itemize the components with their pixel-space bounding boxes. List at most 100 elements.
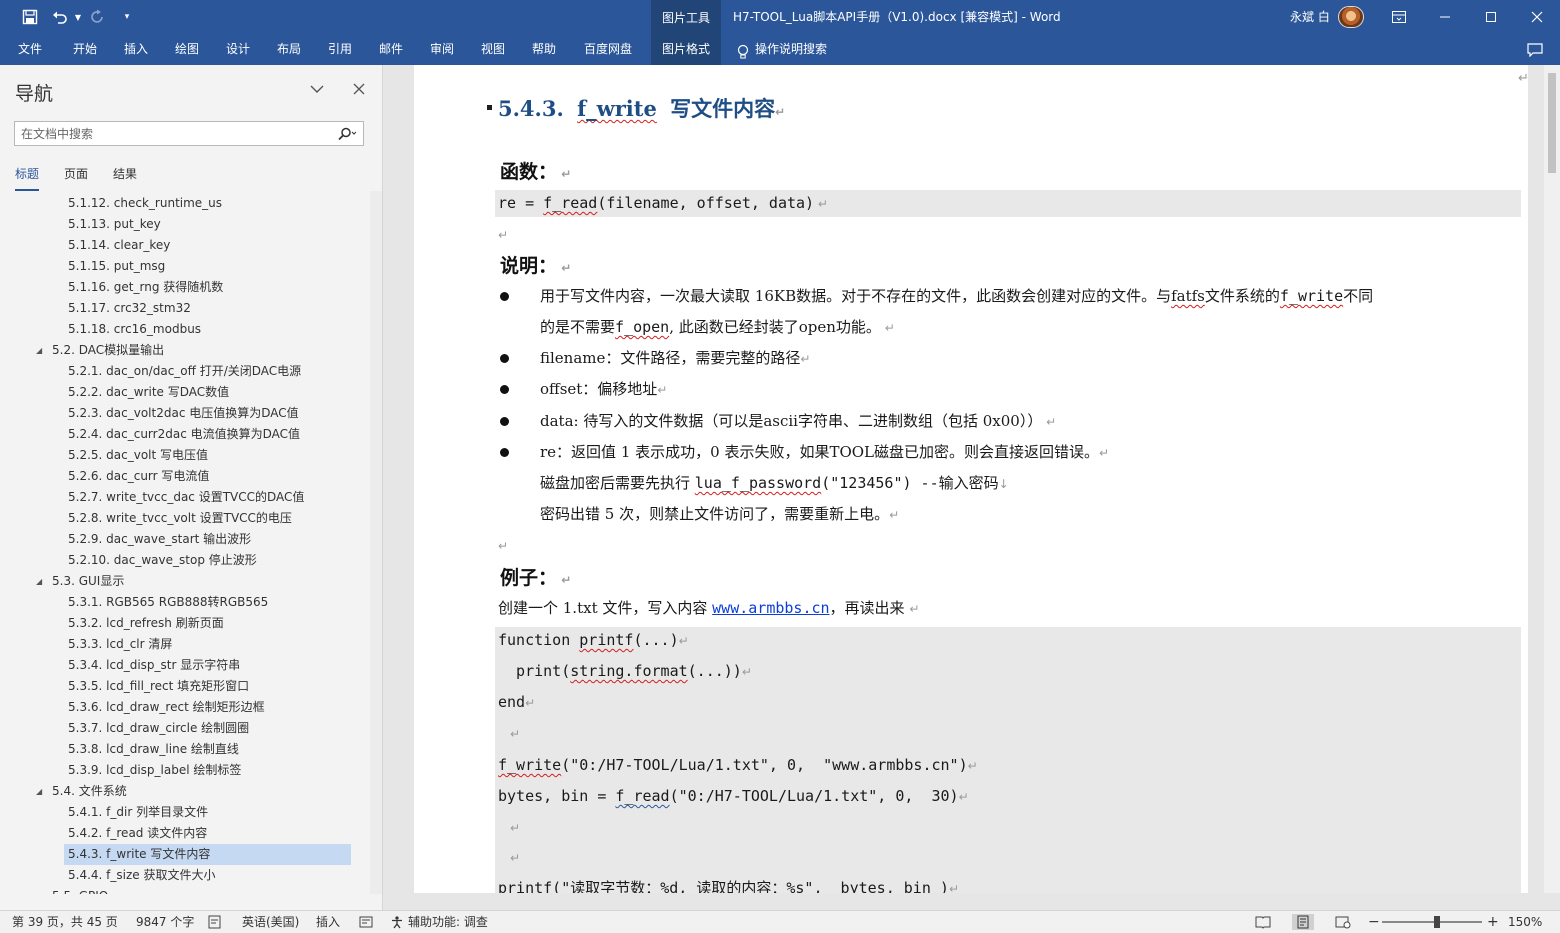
collapse-triangle-icon[interactable]: ◢ <box>36 781 46 802</box>
nav-heading-item[interactable]: 5.3.8. lcd_draw_line 绘制直线 <box>64 739 351 760</box>
nav-heading-item[interactable]: 5.2.10. dac_wave_stop 停止波形 <box>64 550 351 571</box>
nav-search-box[interactable] <box>14 121 364 146</box>
nav-heading-item[interactable]: 5.1.14. clear_key <box>64 235 351 256</box>
close-icon[interactable] <box>1514 0 1560 34</box>
nav-heading-item[interactable]: 5.1.15. put_msg <box>64 256 351 277</box>
zoom-slider[interactable] <box>1382 921 1482 923</box>
example-link[interactable]: www.armbbs.cn <box>712 599 829 617</box>
macro-icon[interactable] <box>357 914 375 930</box>
customize-qat-icon[interactable]: ▾ <box>118 6 136 28</box>
ribbon-display-options-icon[interactable] <box>1376 0 1422 34</box>
nav-heading-label: 5.2.3. dac_volt2dac 电压值换算为DAC值 <box>68 406 299 420</box>
nav-heading-item[interactable]: 5.4.4. f_size 获取文件大小 <box>64 865 351 886</box>
document-title: H7-TOOL_Lua脚本API手册（V1.0).docx [兼容模式] - W… <box>733 10 1061 24</box>
collapse-triangle-icon[interactable]: ◢ <box>36 886 46 894</box>
nav-heading-item[interactable]: 5.2.8. write_tvcc_volt 设置TVCC的电压 <box>64 508 351 529</box>
zoom-slider-thumb[interactable] <box>1434 916 1440 928</box>
collapse-triangle-icon[interactable]: ◢ <box>36 340 46 361</box>
nav-scrollbar[interactable] <box>370 191 382 894</box>
nav-heading-item[interactable]: 5.4.3. f_write 写文件内容 <box>64 844 351 865</box>
undo-icon[interactable] <box>48 6 72 28</box>
chevron-down-icon[interactable] <box>307 79 327 99</box>
heading-bullet <box>487 105 492 110</box>
language[interactable]: 英语(美国) <box>242 911 299 933</box>
tab-references[interactable]: 引用 <box>317 34 363 65</box>
nav-heading-item[interactable]: 5.3.9. lcd_disp_label 绘制标签 <box>64 760 351 781</box>
nav-heading-item[interactable]: 5.3.2. lcd_refresh 刷新页面 <box>64 613 351 634</box>
page-count[interactable]: 第 39 页，共 45 页 <box>12 911 118 933</box>
print-layout-icon[interactable] <box>1292 914 1314 930</box>
nav-heading-item[interactable]: 5.2.7. write_tvcc_dac 设置TVCC的DAC值 <box>64 487 351 508</box>
nav-heading-item[interactable]: 5.2.2. dac_write 写DAC数值 <box>64 382 351 403</box>
accessibility-icon[interactable] <box>388 914 406 930</box>
tab-baidu-netdisk[interactable]: 百度网盘 <box>572 34 644 65</box>
avatar[interactable] <box>1338 6 1364 28</box>
maximize-icon[interactable] <box>1468 0 1514 34</box>
tab-help[interactable]: 帮助 <box>521 34 567 65</box>
zoom-out-button[interactable]: − <box>1368 911 1380 933</box>
tab-draw[interactable]: 绘图 <box>164 34 210 65</box>
nav-heading-item[interactable]: 5.1.16. get_rng 获得随机数 <box>64 277 351 298</box>
search-input[interactable] <box>21 125 321 143</box>
search-icon[interactable] <box>336 125 358 143</box>
nav-heading-item[interactable]: 5.1.17. crc32_stm32 <box>64 298 351 319</box>
word-count[interactable]: 9847 个字 <box>136 911 194 933</box>
nav-tab-results[interactable]: 结果 <box>113 165 137 182</box>
save-icon[interactable] <box>18 6 42 28</box>
nav-heading-item[interactable]: 5.2.9. dac_wave_start 输出波形 <box>64 529 351 550</box>
read-mode-icon[interactable] <box>1254 914 1272 930</box>
nav-heading-item[interactable]: 5.2.1. dac_on/dac_off 打开/关闭DAC电源 <box>64 361 351 382</box>
nav-heading-item[interactable]: 5.1.18. crc16_modbus <box>64 319 351 340</box>
nav-heading-item[interactable]: 5.2.4. dac_curr2dac 电流值换算为DAC值 <box>64 424 351 445</box>
scrollbar-thumb[interactable] <box>1548 73 1556 173</box>
proofing-icon[interactable] <box>206 914 224 930</box>
nav-heading-item[interactable]: 5.2.6. dac_curr 写电流值 <box>64 466 351 487</box>
nav-heading-label: 5.4.2. f_read 读文件内容 <box>68 826 208 840</box>
tell-me-search[interactable]: 操作说明搜索 <box>733 34 857 65</box>
nav-heading-item[interactable]: 5.3.3. lcd_clr 清屏 <box>64 634 351 655</box>
document-page[interactable]: ↵ 5.4.3. f_write 写文件内容↵ 函数： ↵ re = f_rea… <box>414 65 1528 893</box>
tab-review[interactable]: 审阅 <box>419 34 465 65</box>
nav-tab-pages[interactable]: 页面 <box>64 165 88 182</box>
web-layout-icon[interactable] <box>1334 914 1352 930</box>
zoom-in-button[interactable]: + <box>1487 911 1499 933</box>
collapse-triangle-icon[interactable]: ◢ <box>36 571 46 592</box>
nav-heading-item[interactable]: 5.1.12. check_runtime_us <box>64 193 351 214</box>
undo-dropdown-icon[interactable]: ▼ <box>72 6 84 28</box>
tab-view[interactable]: 视图 <box>470 34 516 65</box>
tab-file[interactable]: 文件 <box>8 34 52 65</box>
nav-heading-item[interactable]: 5.1.13. put_key <box>64 214 351 235</box>
nav-heading-item[interactable]: 5.3.7. lcd_draw_circle 绘制圆圈 <box>64 718 351 739</box>
user-name[interactable]: 永斌 白 <box>1290 0 1330 34</box>
nav-heading-label: 5.2.6. dac_curr 写电流值 <box>68 469 210 483</box>
nav-heading-item[interactable]: 5.4.2. f_read 读文件内容 <box>64 823 351 844</box>
nav-heading-item[interactable]: 5.3.1. RGB565 RGB888转RGB565 <box>64 592 351 613</box>
redo-icon[interactable] <box>88 6 108 28</box>
minimize-icon[interactable] <box>1422 0 1468 34</box>
tab-picture-format[interactable]: 图片格式 <box>651 34 721 65</box>
nav-heading-item[interactable]: 5.3.4. lcd_disp_str 显示字符串 <box>64 655 351 676</box>
nav-heading-item[interactable]: 5.4.1. f_dir 列举目录文件 <box>64 802 351 823</box>
tab-insert[interactable]: 插入 <box>113 34 159 65</box>
nav-heading-item[interactable]: 5.3.5. lcd_fill_rect 填充矩形窗口 <box>64 676 351 697</box>
comments-icon[interactable] <box>1520 34 1550 65</box>
tab-layout[interactable]: 布局 <box>266 34 312 65</box>
code-line: function printf(...)↵ <box>498 631 689 649</box>
code-line: end↵ <box>498 693 536 711</box>
nav-heading-item[interactable]: 5.3.6. lcd_draw_rect 绘制矩形边框 <box>64 697 351 718</box>
insert-mode[interactable]: 插入 <box>316 911 340 933</box>
nav-heading-item[interactable]: ◢ 5.5. GPIO <box>36 886 336 894</box>
nav-heading-item[interactable]: ◢ 5.3. GUI显示 <box>36 571 336 592</box>
nav-heading-item[interactable]: 5.2.3. dac_volt2dac 电压值换算为DAC值 <box>64 403 351 424</box>
nav-heading-item[interactable]: ◢ 5.2. DAC模拟量输出 <box>36 340 336 361</box>
tab-design[interactable]: 设计 <box>215 34 261 65</box>
accessibility-status[interactable]: 辅助功能: 调查 <box>408 911 488 933</box>
zoom-level[interactable]: 150% <box>1508 911 1542 933</box>
tab-home[interactable]: 开始 <box>62 34 108 65</box>
close-icon[interactable] <box>349 79 369 99</box>
nav-heading-item[interactable]: 5.2.5. dac_volt 写电压值 <box>64 445 351 466</box>
nav-tab-headings[interactable]: 标题 <box>15 165 40 191</box>
tab-mailings[interactable]: 邮件 <box>368 34 414 65</box>
nav-heading-item[interactable]: ◢ 5.4. 文件系统 <box>36 781 336 802</box>
document-scrollbar[interactable] <box>1544 65 1560 893</box>
